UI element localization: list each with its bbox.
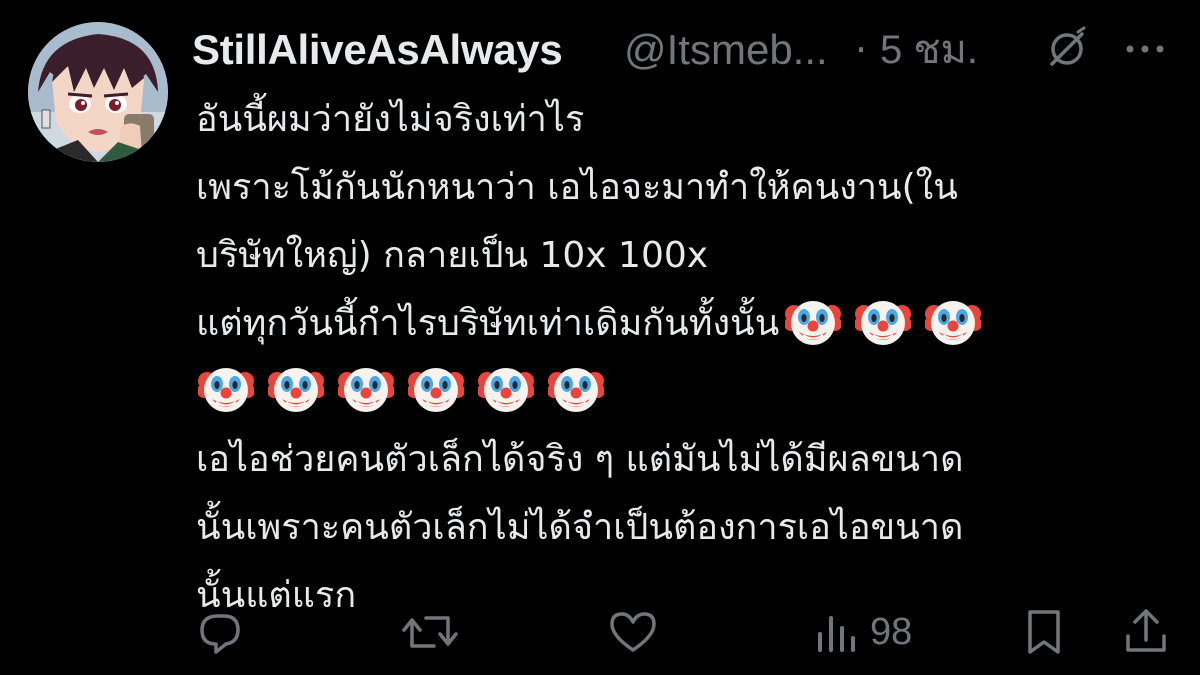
avatar[interactable] xyxy=(28,22,168,162)
avatar-image xyxy=(28,22,168,162)
clown-face-icon xyxy=(478,361,534,417)
more-options-icon[interactable] xyxy=(1120,24,1170,74)
grok-icon[interactable] xyxy=(1042,24,1092,74)
clown-face-icon xyxy=(268,361,324,417)
like-icon xyxy=(610,612,656,652)
reply-button[interactable] xyxy=(194,606,246,658)
like-button[interactable] xyxy=(606,606,660,658)
timestamp[interactable]: 5 ชม. xyxy=(880,24,978,76)
tweet-line: เพราะโม้กันนักหนาว่า เอไอจะมาทำให้คนงาน(… xyxy=(196,167,958,208)
display-name[interactable]: StillAliveAsAlways xyxy=(192,24,563,76)
share-icon xyxy=(1126,609,1166,652)
retweet-button[interactable] xyxy=(400,606,460,658)
tweet-header: StillAliveAsAlways @Itsmeb... · 5 ชม. xyxy=(192,20,1192,80)
clown-face-icon xyxy=(925,294,981,350)
share-button[interactable] xyxy=(1122,606,1170,658)
bookmark-button[interactable] xyxy=(1022,606,1066,658)
reply-icon xyxy=(200,614,240,654)
emoji-line xyxy=(196,358,1186,426)
clown-face-icon xyxy=(338,361,394,417)
clown-face-icon xyxy=(548,361,604,417)
tweet-line: อันนี้ผมว่ายังไม่จริงเท่าไร xyxy=(196,99,585,140)
views-count: 98 xyxy=(870,610,913,653)
retweet-icon xyxy=(402,616,458,648)
clown-face-icon xyxy=(785,294,841,350)
bookmark-icon xyxy=(1028,610,1060,654)
tweet-line: นั้นเพราะคนตัวเล็กไม่ได้จำเป็นต้องการเอไ… xyxy=(196,507,964,548)
tweet-line-with-emoji: แต่ทุกวันนี้กำไรบริษัทเท่าเดิมกันทั้งนั้… xyxy=(196,290,1186,358)
views-button[interactable]: 98 xyxy=(814,606,912,658)
views-icon xyxy=(818,616,855,652)
clown-face-icon xyxy=(198,361,254,417)
tweet-line: บริษัทใหญ่) กลายเป็น 10x 100x xyxy=(196,235,709,276)
clown-face-icon xyxy=(855,294,911,350)
tweet-line-text: แต่ทุกวันนี้กำไรบริษัทเท่าเดิมกันทั้งนั้… xyxy=(196,303,780,344)
clown-face-icon xyxy=(408,361,464,417)
emoji-group xyxy=(785,291,995,359)
tweet-body: อันนี้ผมว่ายังไม่จริงเท่าไร เพราะโม้กันน… xyxy=(196,86,1186,630)
tweet-actions: 98 xyxy=(190,600,1180,664)
user-handle[interactable]: @Itsmeb... xyxy=(624,24,828,76)
tweet-line: เอไอช่วยคนตัวเล็กได้จริง ๆ แต่มันไม่ได้ม… xyxy=(196,439,964,480)
separator-dot: · xyxy=(855,28,868,72)
